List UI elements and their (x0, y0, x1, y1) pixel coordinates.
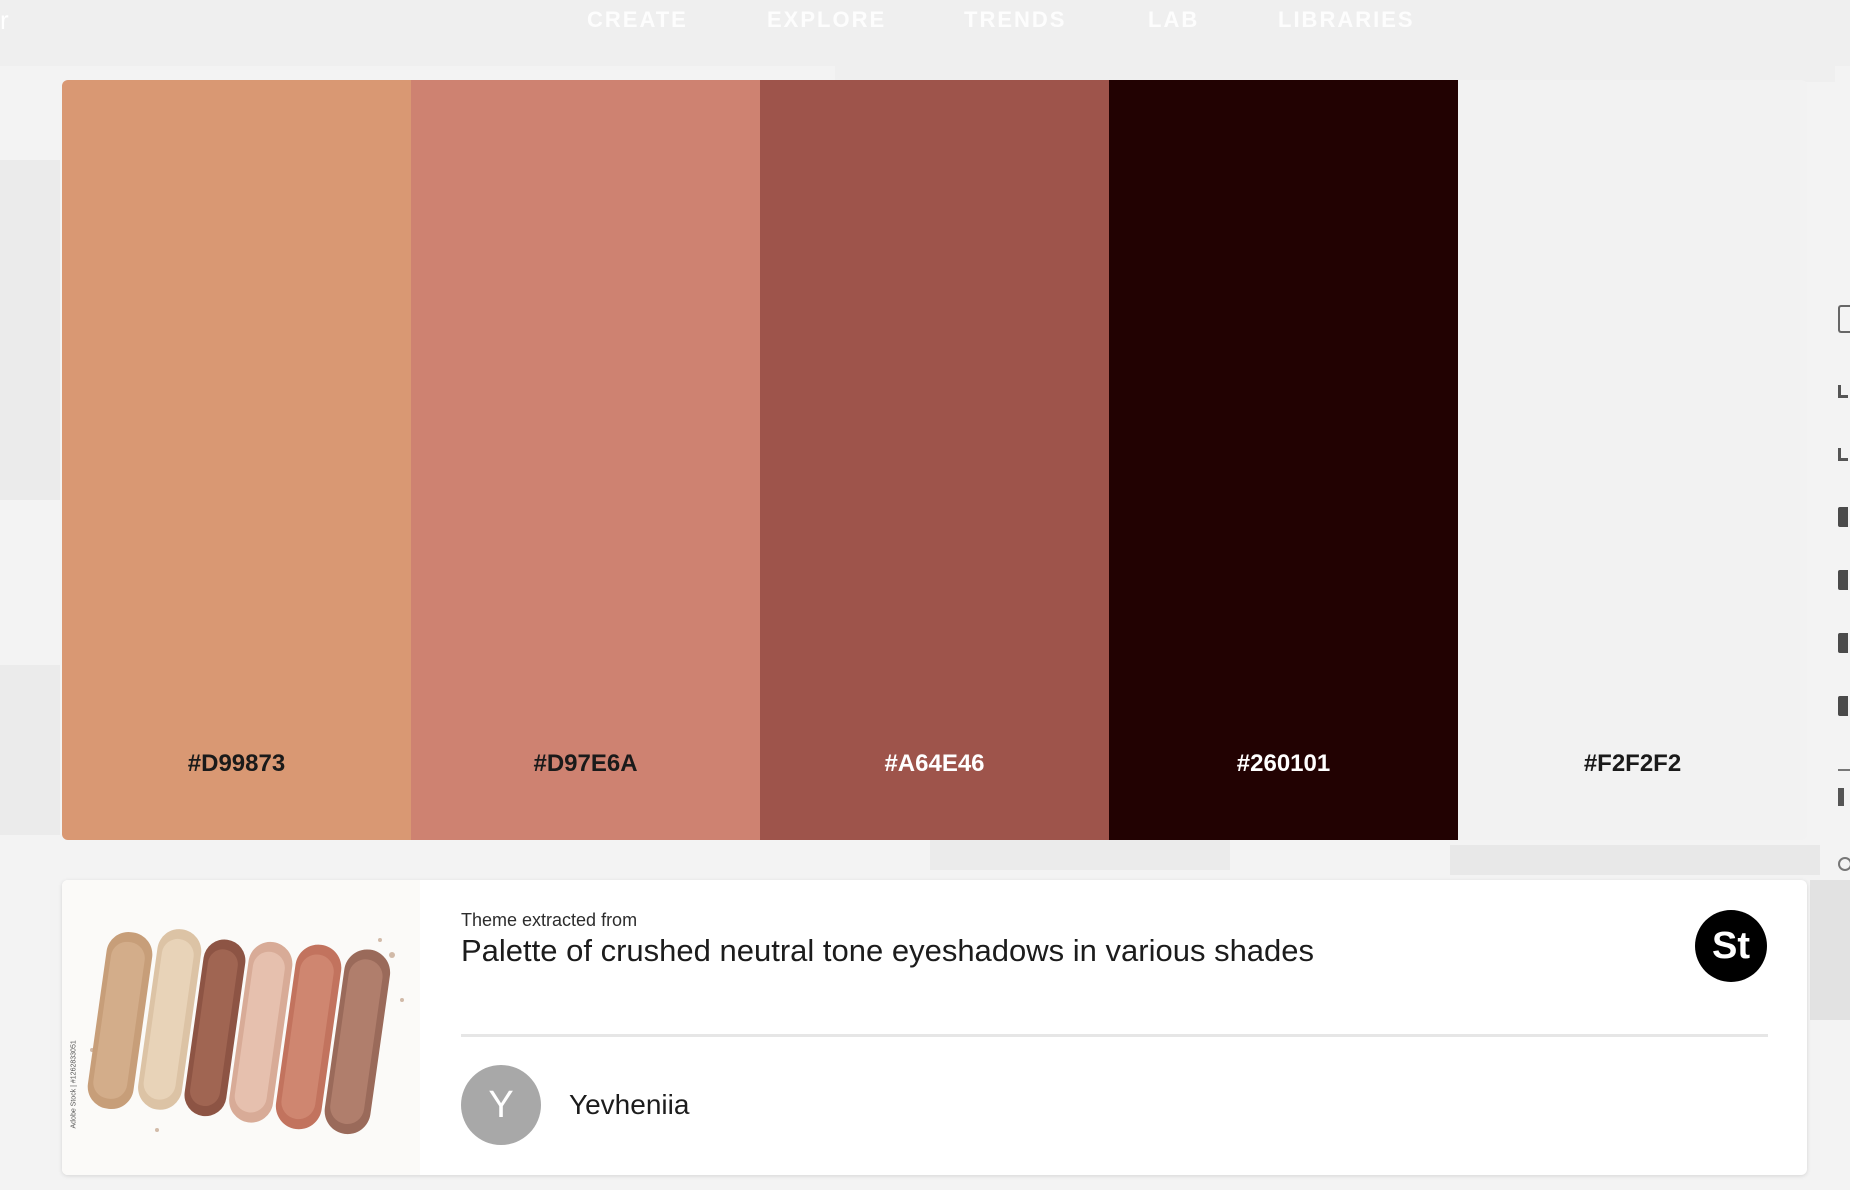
source-title[interactable]: Palette of crushed neutral tone eyeshado… (461, 933, 1314, 969)
color-palette: #D99873 #D97E6A #A64E46 #260101 #F2F2F2 (62, 80, 1807, 840)
swatch-hex-label: #F2F2F2 (1583, 750, 1682, 777)
image-credit: Adobe Stock | #1262833051 (70, 1040, 78, 1129)
nav-trends[interactable]: TRENDS (964, 7, 1066, 33)
background-panel (1810, 880, 1850, 1020)
adjust-icon[interactable] (1838, 385, 1848, 398)
side-toolbar (1838, 295, 1850, 885)
author-name[interactable]: Yevheniia (569, 1089, 689, 1121)
swatch-hex-label: #D97E6A (533, 750, 638, 777)
nav-explore[interactable]: EXPLORE (767, 7, 886, 33)
source-thumbnail[interactable]: Adobe Stock | #1262833051 (62, 880, 420, 1175)
swatch-hex-label: #D99873 (187, 750, 286, 777)
color-swatch-1[interactable]: #D99873 (62, 80, 411, 840)
color-swatch-5[interactable]: #F2F2F2 (1458, 80, 1807, 840)
swatch-tool-icon[interactable] (1838, 696, 1848, 716)
adobe-stock-icon[interactable]: St (1695, 910, 1767, 982)
avatar[interactable]: Y (461, 1065, 541, 1145)
nav-create[interactable]: CREATE (587, 7, 688, 33)
separator (1838, 769, 1850, 771)
info-icon[interactable] (1838, 857, 1850, 871)
nav-libraries[interactable]: LIBRARIES (1278, 7, 1415, 33)
copy-icon[interactable] (1838, 305, 1850, 333)
color-swatch-2[interactable]: #D97E6A (411, 80, 760, 840)
background-panel (0, 160, 60, 500)
adjust-icon[interactable] (1838, 448, 1848, 461)
swatch-hex-label: #260101 (1236, 750, 1331, 777)
background-panel (1450, 845, 1820, 875)
nav-lab[interactable]: LAB (1148, 7, 1199, 33)
color-swatch-3[interactable]: #A64E46 (760, 80, 1109, 840)
swatch-hex-label: #A64E46 (884, 750, 985, 777)
source-card: Adobe Stock | #1262833051 Theme extracte… (62, 880, 1807, 1175)
menu-icon[interactable]: r (0, 7, 10, 33)
background-panel (930, 840, 1230, 870)
eyeshadow-image (62, 880, 420, 1175)
swatch-tool-icon[interactable] (1838, 570, 1848, 590)
swatch-tool-icon[interactable] (1838, 507, 1848, 527)
top-navigation: r CREATE EXPLORE TRENDS LAB LIBRARIES (0, 0, 1850, 66)
pause-icon[interactable] (1838, 788, 1844, 806)
source-caption: Theme extracted from (461, 910, 638, 930)
swatch-tool-icon[interactable] (1838, 633, 1848, 653)
background-panel (0, 665, 60, 835)
divider (461, 1034, 1768, 1037)
color-swatch-4[interactable]: #260101 (1109, 80, 1458, 840)
